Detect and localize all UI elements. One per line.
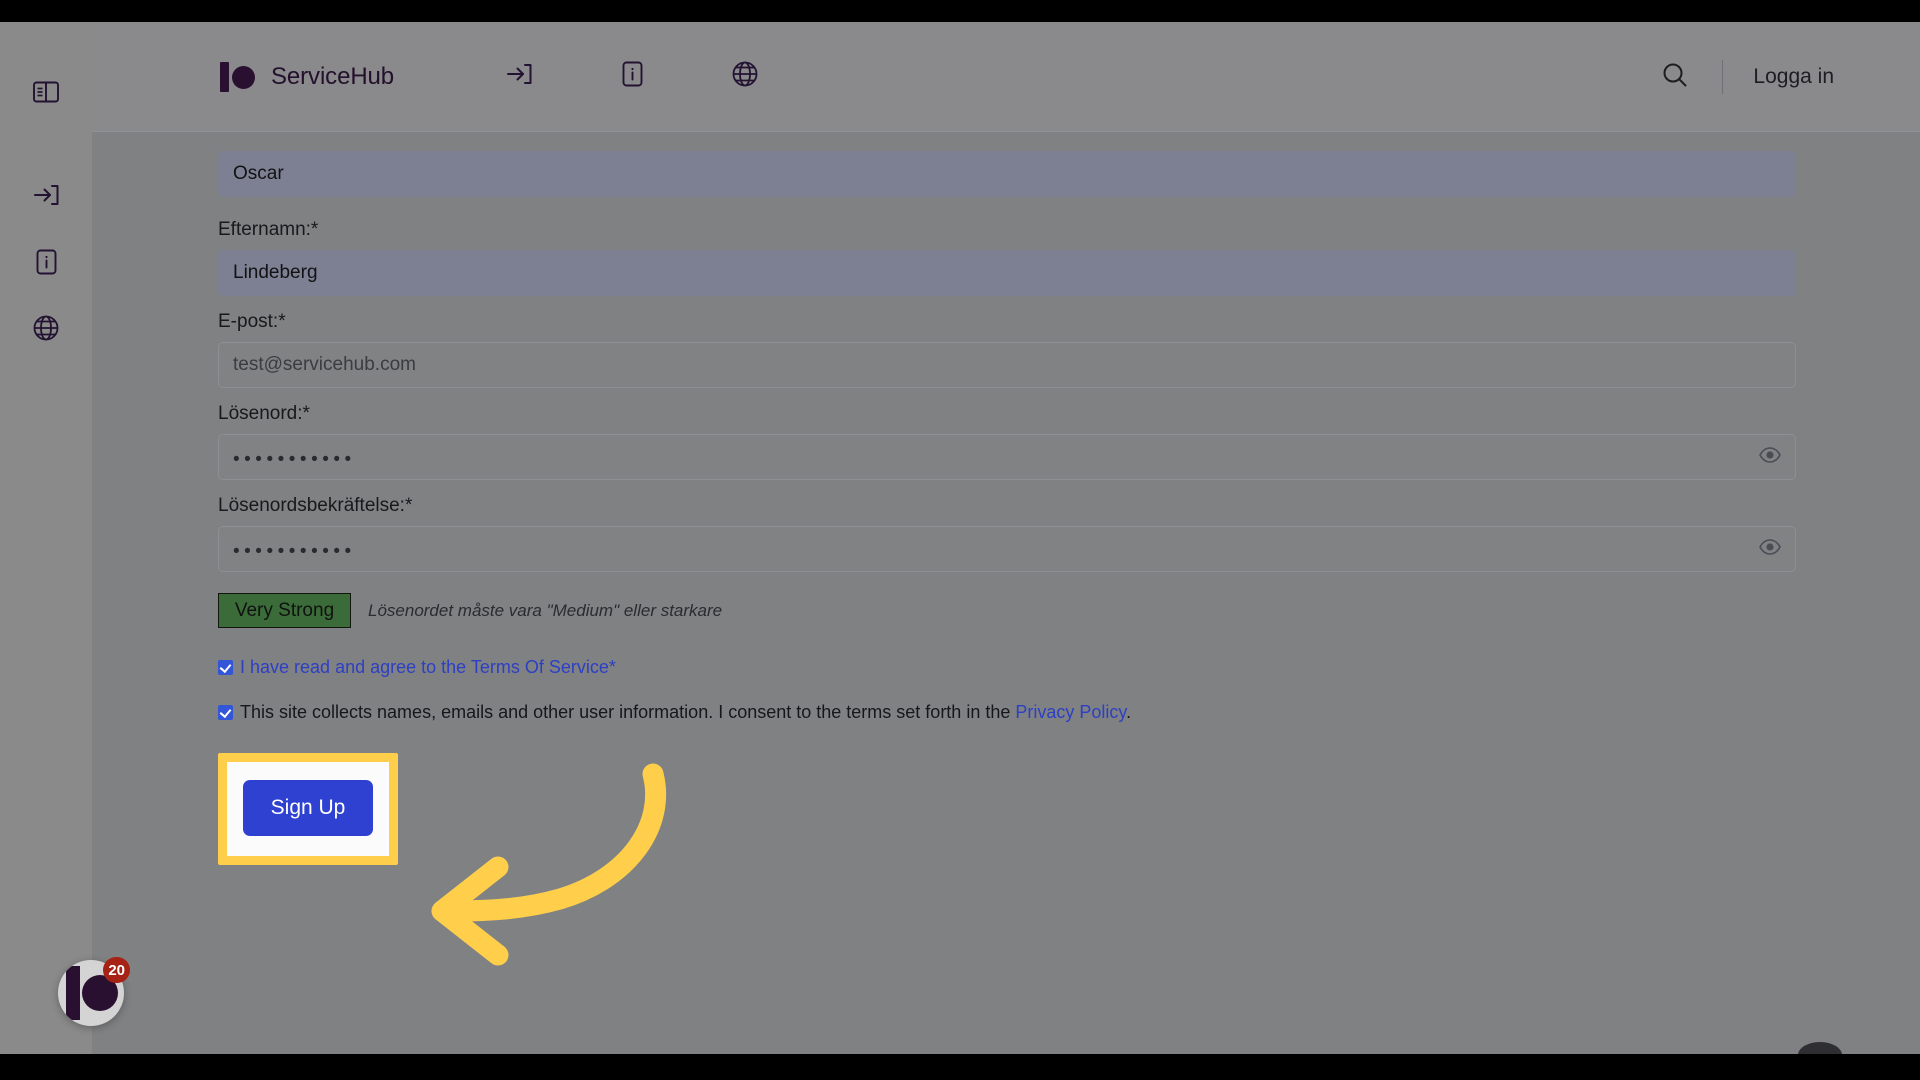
- password-masked-value: •••••••••••: [233, 448, 356, 470]
- login-arrow-icon: [506, 62, 533, 91]
- password-confirm-row: •••••••••••: [218, 526, 1796, 572]
- info-document-icon: [622, 61, 643, 92]
- password-confirm-visibility-toggle[interactable]: [1756, 535, 1784, 563]
- password-label: Lösenord:*: [218, 403, 310, 424]
- header-nav-language[interactable]: [730, 61, 760, 92]
- search-button[interactable]: [1658, 60, 1692, 94]
- password-row: •••••••••••: [218, 434, 1796, 480]
- left-sidebar-rail: [0, 22, 92, 1054]
- sidebar-item-login[interactable]: [28, 177, 64, 213]
- terms-checkbox-row: I have read and agree to the Terms Of Se…: [218, 656, 1796, 678]
- last-name-label: Efternamn:*: [218, 219, 319, 240]
- support-widget-partial[interactable]: [1798, 1042, 1842, 1054]
- terms-checkbox[interactable]: [218, 660, 233, 675]
- email-label: E-post:*: [218, 311, 286, 332]
- chat-unread-badge: 20: [103, 957, 130, 983]
- privacy-checkbox-label: This site collects names, emails and oth…: [240, 701, 1131, 723]
- site-header: ServiceHub Logga in: [92, 22, 1920, 132]
- password-visibility-toggle[interactable]: [1756, 443, 1784, 471]
- header-divider: [1722, 60, 1724, 94]
- privacy-checkbox-row: This site collects names, emails and oth…: [218, 701, 1796, 723]
- privacy-policy-link[interactable]: Privacy Policy: [1015, 702, 1126, 722]
- sidebar-item-info[interactable]: [28, 244, 64, 280]
- brand-name: ServiceHub: [271, 62, 395, 90]
- eye-icon: [1759, 538, 1781, 560]
- privacy-text-before: This site collects names, emails and oth…: [240, 702, 1016, 722]
- header-right-group: Logga in: [1658, 22, 1834, 132]
- password-strength-hint: Lösenordet måste vara "Medium" eller sta…: [368, 600, 723, 620]
- login-link[interactable]: Logga in: [1753, 65, 1834, 89]
- eye-icon: [1759, 446, 1781, 468]
- privacy-text-after: .: [1126, 702, 1132, 722]
- password-confirm-label: Lösenordsbekräftelse:*: [218, 495, 413, 516]
- signup-button[interactable]: Sign Up: [243, 780, 373, 836]
- header-nav-info[interactable]: [617, 61, 647, 92]
- terms-checkbox-label[interactable]: I have read and agree to the Terms Of Se…: [240, 656, 616, 678]
- search-icon: [1661, 61, 1689, 94]
- globe-icon: [732, 61, 758, 92]
- screen: ServiceHub Logga in Oscar Efternamn:* Li…: [0, 0, 1920, 1080]
- servicehub-logo-icon: [218, 61, 260, 92]
- privacy-checkbox[interactable]: [218, 705, 233, 720]
- password-strength-row: Very Strong Lösenordet måste vara "Mediu…: [218, 593, 1796, 628]
- last-name-input[interactable]: Lindeberg: [218, 250, 1796, 296]
- brand[interactable]: ServiceHub: [218, 61, 395, 92]
- last-name-value: Lindeberg: [233, 262, 318, 283]
- password-confirm-masked-value: •••••••••••: [233, 540, 356, 562]
- terms-required-marker: *: [608, 657, 616, 677]
- email-input[interactable]: test@servicehub.com: [218, 342, 1796, 388]
- panel-layout-icon: [33, 81, 59, 103]
- email-value: test@servicehub.com: [233, 354, 416, 375]
- info-document-icon: [36, 249, 57, 275]
- chat-widget[interactable]: 20: [58, 957, 130, 1026]
- password-input[interactable]: •••••••••••: [218, 434, 1796, 480]
- header-nav-login[interactable]: [504, 62, 534, 92]
- globe-icon: [33, 315, 59, 341]
- signup-form: Efternamn:* Lindeberg E-post:* test@serv…: [218, 142, 1796, 865]
- password-confirm-input[interactable]: •••••••••••: [218, 526, 1796, 572]
- sidebar-item-panel-toggle[interactable]: [28, 74, 64, 110]
- password-strength-badge: Very Strong: [218, 593, 351, 628]
- signup-button-zone: Sign Up: [218, 753, 398, 865]
- terms-checkbox-text: I have read and agree to the Terms Of Se…: [240, 657, 609, 677]
- login-arrow-icon: [33, 183, 60, 207]
- page-content: ServiceHub Logga in Oscar Efternamn:* Li…: [92, 22, 1920, 1054]
- sidebar-item-language[interactable]: [28, 310, 64, 346]
- browser-viewport: ServiceHub Logga in Oscar Efternamn:* Li…: [0, 22, 1920, 1054]
